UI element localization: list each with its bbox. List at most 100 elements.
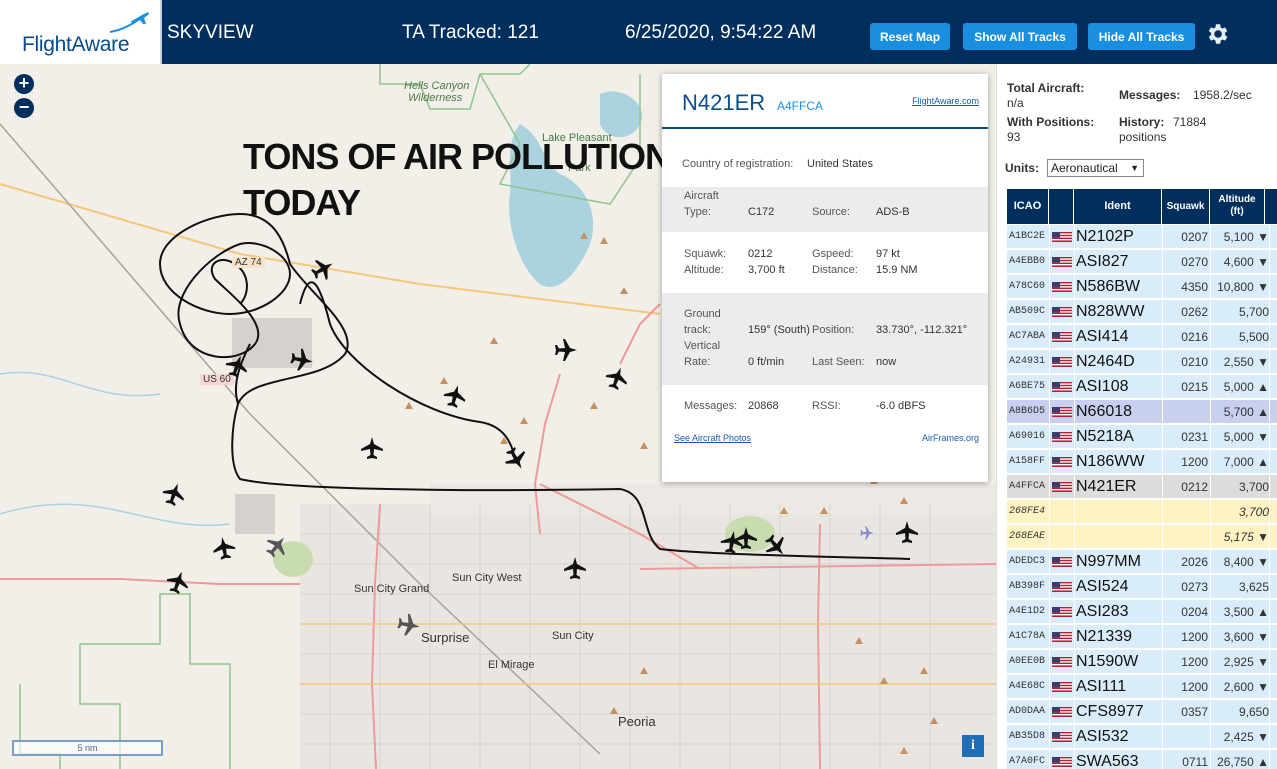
reset-map-button[interactable]: Reset Map [870, 23, 950, 50]
table-row[interactable]: A4E1D2 ASI283 0204 3,500 ▲ [1007, 600, 1277, 624]
squawk-label: Squawk: [684, 248, 727, 260]
info-button[interactable]: i [962, 735, 984, 757]
overlay-caption: TONS OF AIR POLLUTION TODAY [243, 134, 671, 226]
gear-icon[interactable] [1204, 21, 1230, 47]
us-flag-icon [1052, 607, 1072, 617]
squawk-value: 0212 [748, 248, 773, 260]
table-row[interactable]: AB398F ASI524 0273 3,625 [1007, 575, 1277, 599]
table-row[interactable]: A24931 N2464D 0210 2,550 ▼ [1007, 350, 1277, 374]
aircraft-marker[interactable] [441, 382, 469, 410]
col-flag[interactable] [1049, 189, 1074, 224]
aircraft-marker[interactable] [564, 557, 586, 579]
table-row[interactable]: A0EE0B N1590W 1200 2,925 ▼ [1007, 650, 1277, 674]
row-icao: A8B6D5 [1009, 406, 1046, 417]
column-divider [1162, 250, 1163, 274]
column-divider [1074, 750, 1075, 769]
aircraft-marker[interactable] [361, 437, 383, 459]
units-selected-value: Aeronautical [1051, 161, 1118, 175]
col-altitude-unit: (ft) [1230, 206, 1244, 217]
col-icao[interactable]: ICAO [1007, 189, 1049, 224]
table-row[interactable]: A69016 N5218A 0231 5,000 ▼ [1007, 425, 1277, 449]
table-row[interactable]: 268EAE 5,175 ▼ [1007, 525, 1277, 549]
row-squawk: 1200 [1181, 680, 1208, 694]
aircraft-marker[interactable] [500, 443, 532, 475]
aircraft-marker[interactable] [222, 351, 252, 381]
column-divider [1210, 650, 1211, 674]
aircraft-marker[interactable] [896, 521, 918, 543]
units-select[interactable]: Aeronautical ▼ [1047, 159, 1144, 177]
us-flag-icon [1052, 632, 1072, 642]
show-all-tracks-button[interactable]: Show All Tracks [963, 23, 1077, 50]
aircraft-marker[interactable] [211, 535, 237, 561]
table-row[interactable]: ADEDC3 N997MM 2026 8,400 ▼ [1007, 550, 1277, 574]
messages-rate-label: Messages: [1119, 88, 1181, 102]
zoom-in-button[interactable]: + [14, 74, 34, 94]
popup-ident: N421ER [682, 90, 766, 115]
column-divider [1074, 675, 1075, 699]
row-altitude: 2,425 ▼ [1223, 730, 1269, 744]
col-ident[interactable]: Ident [1074, 189, 1162, 224]
row-altitude: 5,100 ▼ [1223, 230, 1269, 244]
table-row[interactable]: A78C60 N586BW 4350 10,800 ▼ [1007, 275, 1277, 299]
row-altitude: 5,700 ▲ [1223, 405, 1269, 419]
table-row[interactable]: A4E68C ASI111 1200 2,600 ▼ [1007, 675, 1277, 699]
airframes-link[interactable]: AirFrames.org [922, 433, 979, 443]
row-altitude: 5,000 ▲ [1223, 380, 1269, 394]
scale-bar: 5 nm [12, 740, 163, 756]
aircraft-photos-link[interactable]: See Aircraft Photos [674, 433, 751, 443]
col-squawk[interactable]: Squawk [1162, 189, 1210, 224]
country-value: United States [807, 158, 874, 170]
column-divider [1210, 425, 1211, 449]
row-squawk: 0357 [1181, 705, 1208, 719]
us-flag-icon [1052, 257, 1072, 267]
column-divider [1049, 250, 1050, 274]
row-icao: A7A0FC [1009, 756, 1046, 767]
row-icao: A158FF [1009, 456, 1046, 467]
row-squawk: 1200 [1181, 655, 1208, 669]
table-row[interactable]: AB35D8 ASI532 2,425 ▼ [1007, 725, 1277, 749]
table-row[interactable]: A4FFCA N421ER 0212 3,700 [1007, 475, 1277, 499]
table-row[interactable]: AB509C N828WW 0262 5,700 [1007, 300, 1277, 324]
row-squawk: 0204 [1181, 605, 1208, 619]
row-icao: 268FE4 [1009, 506, 1046, 517]
aircraft-marker[interactable] [163, 567, 193, 597]
aircraft-marker[interactable] [735, 527, 757, 549]
table-row[interactable]: AD0DAA CFS8977 0357 9,650 [1007, 700, 1277, 724]
row-ident [1076, 500, 1162, 524]
table-row[interactable]: A4EBB0 ASI827 0270 4,600 ▼ [1007, 250, 1277, 274]
aircraft-marker[interactable] [719, 529, 745, 555]
column-divider [1210, 250, 1211, 274]
us-flag-icon [1052, 582, 1072, 592]
with-positions-value: 93 [1007, 130, 1021, 144]
table-row[interactable]: AC7ABA ASI414 0216 5,500 [1007, 325, 1277, 349]
table-row[interactable]: A8B6D5 N66018 5,700 ▲ [1007, 400, 1277, 424]
aircraft-marker[interactable] [307, 253, 339, 285]
column-divider [1049, 750, 1050, 769]
aircraft-marker[interactable] [261, 530, 293, 562]
history-unit: positions [1119, 130, 1167, 144]
row-squawk: 0215 [1181, 380, 1208, 394]
hide-all-tracks-button[interactable]: Hide All Tracks [1088, 23, 1195, 50]
table-row[interactable]: A7A0FC SWA563 0711 26,750 ▲ [1007, 750, 1277, 769]
aircraft-marker[interactable] [602, 363, 632, 393]
table-row[interactable]: A6BE75 ASI108 0215 5,000 ▲ [1007, 375, 1277, 399]
aircraft-marker[interactable] [289, 347, 315, 373]
top-bar: FlightAware SKYVIEW TA Tracked: 121 6/25… [0, 0, 1277, 64]
column-divider [1269, 425, 1270, 449]
aircraft-marker[interactable] [159, 479, 189, 509]
col-altitude[interactable]: Altitude (ft) [1210, 189, 1265, 224]
table-row[interactable]: A1C78A N21339 1200 3,600 ▼ [1007, 625, 1277, 649]
table-row[interactable]: A158FF N186WW 1200 7,000 ▲ [1007, 450, 1277, 474]
table-row[interactable]: 268FE4 3,700 [1007, 500, 1277, 524]
zoom-out-button[interactable]: − [14, 98, 34, 118]
vertical-rate-label-l1: Vertical [684, 340, 721, 352]
aircraft-marker[interactable] [760, 530, 792, 562]
row-altitude: 10,800 ▼ [1217, 280, 1269, 294]
aircraft-marker[interactable] [396, 612, 422, 638]
flightaware-link[interactable]: FlightAware.com [912, 96, 979, 106]
flightaware-logo[interactable]: FlightAware [0, 0, 162, 64]
with-positions-label: With Positions: [1007, 115, 1095, 129]
table-row[interactable]: A1BC2E N2102P 0207 5,100 ▼ [1007, 225, 1277, 249]
aircraft-marker[interactable] [555, 339, 577, 361]
popup-hex-code[interactable]: A4FFCA [777, 99, 823, 113]
